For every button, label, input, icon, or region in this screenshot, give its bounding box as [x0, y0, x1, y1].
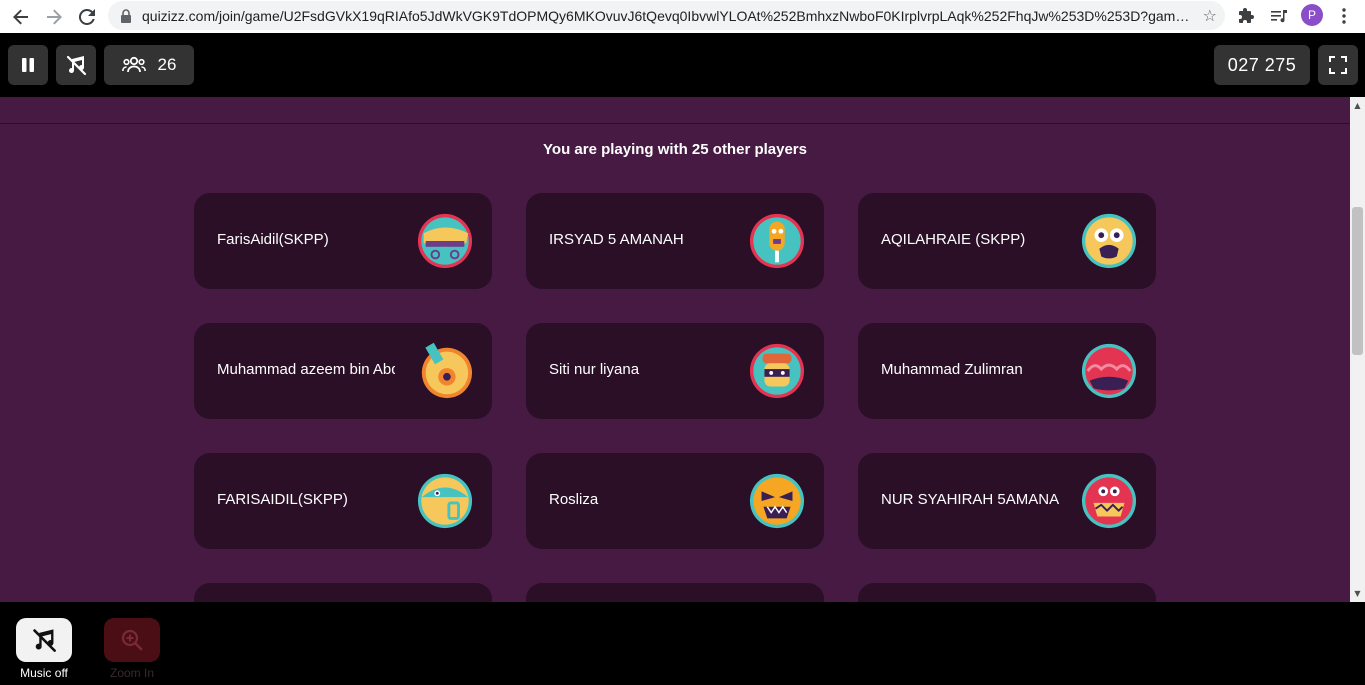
extensions-puzzle-icon[interactable]	[1236, 5, 1258, 27]
music-off-label: Music off	[20, 666, 68, 680]
lobby-area: You are playing with 25 other players Fa…	[0, 97, 1350, 602]
player-name: Siti nur liyana	[549, 361, 640, 378]
player-card: Muhammad Zulimran	[858, 323, 1156, 419]
player-name: FARISAIDIL(SKPP)	[217, 491, 348, 508]
player-card	[858, 583, 1156, 602]
player-name: NUR SYAHIRAH 5AMANAH	[881, 491, 1059, 508]
player-card	[194, 583, 492, 602]
player-card: FarisAidil(SKPP)	[194, 193, 492, 289]
player-name: Muhammad Zulimran	[881, 361, 1023, 378]
sandwich-monster-icon	[417, 213, 473, 269]
jar-monster-icon	[749, 343, 805, 399]
score-display: 027 275	[1214, 45, 1310, 85]
angry-monster-icon	[749, 473, 805, 529]
scroll-down-arrow-icon[interactable]: ▼	[1350, 586, 1365, 601]
music-off-icon	[33, 629, 56, 652]
players-button[interactable]: 26	[104, 45, 194, 85]
player-name: Muhammad azeem bin Abdullah	[217, 361, 395, 378]
bookmark-star-icon[interactable]: ☆	[1203, 6, 1217, 25]
player-name: IRSYAD 5 AMANAH	[549, 231, 684, 248]
player-card: AQILAHRAIE (SKPP)	[858, 193, 1156, 289]
game-top-bar: 26 027 275	[0, 33, 1365, 97]
zoom-in-button[interactable]	[104, 618, 160, 662]
owl-monster-icon	[1081, 213, 1137, 269]
player-card: Muhammad azeem bin Abdullah	[194, 323, 492, 419]
scrollbar-thumb[interactable]	[1352, 207, 1363, 355]
fullscreen-button[interactable]	[1318, 45, 1358, 85]
kebab-menu-icon[interactable]	[1333, 5, 1355, 27]
player-card: IRSYAD 5 AMANAH	[526, 193, 824, 289]
zigzag-monster-icon	[1081, 473, 1137, 529]
reload-icon[interactable]	[74, 4, 100, 30]
zoom-in-icon	[121, 629, 143, 651]
player-count: 26	[157, 55, 177, 74]
scroll-up-arrow-icon[interactable]: ▲	[1350, 98, 1365, 113]
snail-monster-icon	[417, 473, 473, 529]
player-card: Siti nur liyana	[526, 323, 824, 419]
player-card: Rosliza	[526, 453, 824, 549]
media-queue-icon[interactable]	[1268, 5, 1290, 27]
divider	[0, 123, 1350, 124]
back-arrow-icon[interactable]	[8, 4, 34, 30]
player-name: AQILAHRAIE (SKPP)	[881, 231, 1026, 248]
fullscreen-icon	[1329, 56, 1347, 74]
player-card: NUR SYAHIRAH 5AMANAH	[858, 453, 1156, 549]
player-name: FarisAidil(SKPP)	[217, 231, 329, 248]
player-card	[526, 583, 824, 602]
browser-toolbar: quizizz.com/join/game/U2FsdGVkX19qRIAfo5…	[0, 0, 1365, 34]
music-off-button[interactable]	[16, 618, 72, 662]
pause-icon	[22, 58, 34, 72]
profile-avatar[interactable]: P	[1301, 4, 1323, 26]
music-toggle-button[interactable]	[56, 45, 96, 85]
game-bottom-bar: Music off Zoom In	[0, 602, 1365, 685]
music-off-icon	[66, 55, 87, 76]
popsicle-monster-icon	[749, 213, 805, 269]
player-name: Rosliza	[549, 491, 599, 508]
forward-arrow-icon[interactable]	[41, 4, 67, 30]
guitar-monster-icon	[421, 342, 473, 399]
brain-monster-icon	[1081, 343, 1137, 399]
url-text: quizizz.com/join/game/U2FsdGVkX19qRIAfo5…	[142, 7, 1192, 24]
lobby-heading: You are playing with 25 other players	[543, 141, 807, 158]
player-card: FARISAIDIL(SKPP)	[194, 453, 492, 549]
address-bar[interactable]: quizizz.com/join/game/U2FsdGVkX19qRIAfo5…	[108, 1, 1225, 30]
lock-icon	[121, 8, 131, 23]
zoom-in-label: Zoom In	[109, 666, 154, 680]
players-group-icon	[121, 56, 146, 73]
pause-button[interactable]	[8, 45, 48, 85]
